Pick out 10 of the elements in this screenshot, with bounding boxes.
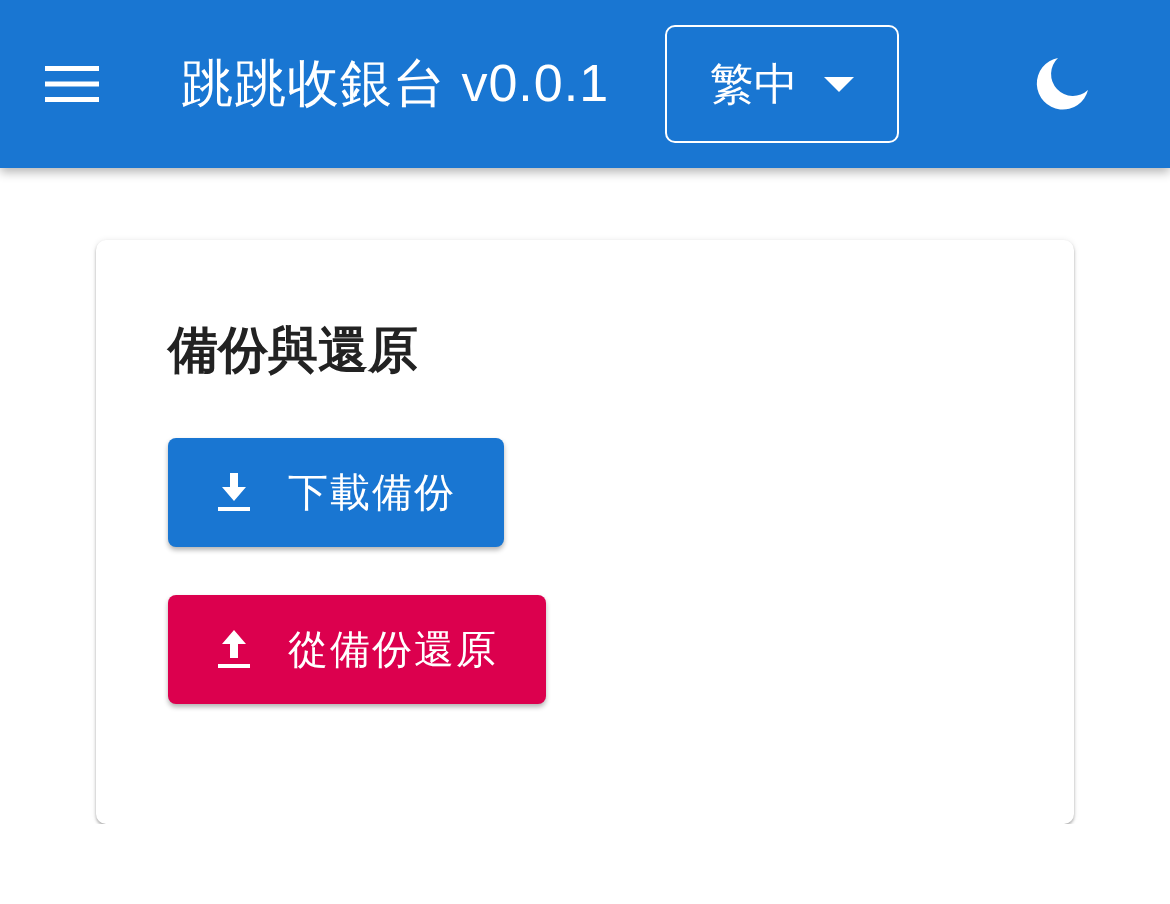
- moon-icon[interactable]: [1034, 56, 1090, 112]
- app-title: 跳跳收銀台 v0.0.1: [181, 53, 610, 114]
- restore-button[interactable]: 從備份還原: [168, 595, 546, 704]
- card-title: 備份與還原: [168, 321, 418, 380]
- language-select[interactable]: 繁中: [665, 25, 900, 143]
- upload-icon: [216, 629, 252, 670]
- download-button[interactable]: 下載備份: [168, 438, 504, 547]
- menu-icon[interactable]: [45, 66, 99, 102]
- download-icon: [216, 472, 252, 513]
- caret-icon: [824, 76, 855, 92]
